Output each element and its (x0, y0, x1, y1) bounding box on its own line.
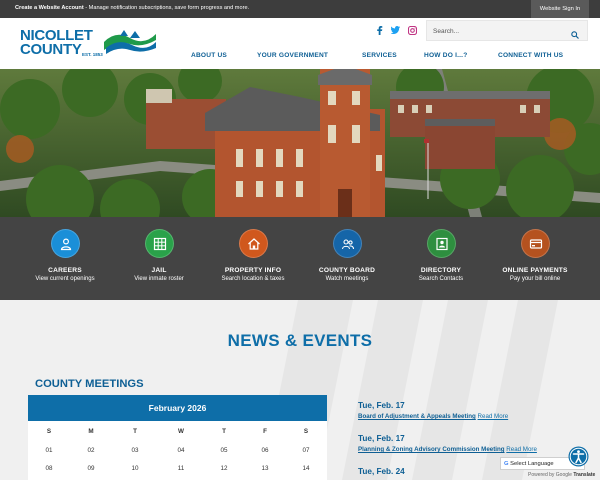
home-icon (238, 229, 268, 258)
calendar-weekday: W (178, 428, 184, 435)
payment-card-icon (520, 229, 550, 258)
calendar-day[interactable]: 08 (34, 465, 64, 472)
quick-link-county-board[interactable]: COUNTY BOARD Watch meetings (299, 229, 395, 282)
quick-link-title: PROPERTY INFO (224, 267, 282, 274)
create-account-description: - Manage notification subscriptions, sav… (83, 5, 250, 11)
calendar-weekday: S (303, 428, 309, 435)
event-name-link[interactable]: Board of Adjustment & Appeals Meeting (358, 413, 476, 420)
calendar-day[interactable]: 05 (209, 447, 239, 454)
calendar-day[interactable]: 01 (34, 447, 64, 454)
calendar-weekday: T (133, 428, 137, 435)
county-logo[interactable]: NICOLLET COUNTY EST. 1853 (20, 28, 160, 60)
twitter-icon[interactable] (390, 26, 400, 36)
calendar-day[interactable]: 11 (166, 465, 196, 472)
quick-link-subtitle: Pay your bill online (509, 276, 561, 282)
calendar-day[interactable]: 14 (291, 465, 321, 472)
search-box (426, 20, 588, 41)
quick-links-bar: CAREERS View current openings JAIL View … (0, 217, 600, 300)
nav-services[interactable]: SERVICES (362, 52, 397, 59)
person-icon (50, 229, 80, 258)
create-account-notice: Create a Website Account - Manage notifi… (15, 5, 249, 11)
create-account-link[interactable]: Create a Website Account (15, 5, 84, 11)
accessibility-icon[interactable] (568, 446, 589, 467)
calendar-day[interactable]: 04 (166, 447, 196, 454)
event-date: Tue, Feb. 17 (358, 401, 405, 410)
utility-bar: Create a Website Account - Manage notifi… (0, 0, 600, 18)
quick-link-title: DIRECTORY (420, 267, 462, 274)
hero-courthouse-image (0, 69, 600, 217)
google-wordmark: Google (555, 472, 572, 478)
quick-link-subtitle: View current openings (35, 276, 95, 282)
quick-link-title: COUNTY BOARD (318, 267, 376, 274)
event-item: Tue, Feb. 17 Planning & Zoning Advisory … (358, 434, 537, 453)
logo-established: EST. 1853 (82, 52, 103, 57)
grid-icon (144, 229, 174, 258)
event-date: Tue, Feb. 17 (358, 434, 405, 443)
event-read-more-link[interactable]: Read More (506, 446, 537, 453)
quick-link-jail[interactable]: JAIL View inmate roster (111, 229, 207, 282)
calendar-day[interactable]: 12 (209, 465, 239, 472)
event-links: Board of Adjustment & Appeals Meeting Re… (358, 413, 508, 420)
calendar-day[interactable]: 09 (76, 465, 106, 472)
facebook-icon[interactable] (376, 26, 383, 37)
calendar-month-header: February 2026 (28, 395, 327, 421)
quick-link-title: ONLINE PAYMENTS (502, 267, 568, 274)
nav-your-government[interactable]: YOUR GOVERNMENT (257, 52, 328, 59)
google-g-icon: G (504, 461, 509, 467)
contact-card-icon (426, 229, 456, 258)
event-item: Tue, Feb. 17 Board of Adjustment & Appea… (358, 401, 508, 420)
nav-how-do-i[interactable]: HOW DO I...? (424, 52, 467, 59)
language-select-label: Select Language (510, 461, 554, 467)
calendar-weekday: T (222, 428, 226, 435)
event-links: Planning & Zoning Advisory Commission Me… (358, 446, 537, 453)
calendar-grid: S M T W T F S 01 02 03 04 05 06 07 08 09… (28, 421, 327, 480)
powered-by-prefix: Powered by (528, 472, 555, 478)
quick-link-subtitle: Search location & taxes (221, 276, 285, 282)
calendar-day[interactable]: 03 (120, 447, 150, 454)
calendar-day[interactable]: 07 (291, 447, 321, 454)
translate-wordmark[interactable]: Translate (573, 472, 595, 478)
county-meetings-heading: COUNTY MEETINGS (35, 378, 144, 390)
event-name-link[interactable]: Planning & Zoning Advisory Commission Me… (358, 446, 505, 453)
logo-river-graphic-icon (104, 30, 156, 54)
quick-link-property-info[interactable]: PROPERTY INFO Search location & taxes (205, 229, 301, 282)
search-icon[interactable] (571, 26, 579, 44)
calendar-day[interactable]: 02 (76, 447, 106, 454)
calendar-day[interactable]: 13 (250, 465, 280, 472)
people-icon (332, 229, 362, 258)
news-events-section: NEWS & EVENTS COUNTY MEETINGS February 2… (0, 300, 600, 480)
quick-link-subtitle: Search Contacts (418, 276, 464, 282)
quick-link-directory[interactable]: DIRECTORY Search Contacts (393, 229, 489, 282)
news-events-heading: NEWS & EVENTS (227, 331, 373, 350)
calendar-weekday: M (88, 428, 94, 435)
website-sign-in-button[interactable]: Website Sign In (531, 0, 589, 18)
quick-link-title: CAREERS (48, 267, 82, 274)
nav-about-us[interactable]: ABOUT US (191, 52, 227, 59)
search-input[interactable] (433, 25, 563, 37)
site-header: NICOLLET COUNTY EST. 1853 ABOUT US YOUR … (0, 18, 600, 69)
nav-connect-with-us[interactable]: CONNECT WITH US (498, 52, 563, 59)
quick-link-subtitle: View inmate roster (134, 276, 184, 282)
calendar-weekday: S (46, 428, 52, 435)
powered-by-google-translate: Powered by Google Translate (528, 472, 595, 478)
quick-link-careers[interactable]: CAREERS View current openings (17, 229, 113, 282)
quick-link-subtitle: Watch meetings (325, 276, 369, 282)
instagram-icon[interactable] (407, 25, 418, 37)
logo-line-2: COUNTY (20, 41, 82, 58)
quick-link-title: JAIL (151, 267, 167, 274)
calendar-weekday: F (263, 428, 267, 435)
event-date: Tue, Feb. 24 (358, 467, 405, 476)
event-item: Tue, Feb. 24 (358, 467, 405, 476)
calendar-day[interactable]: 06 (250, 447, 280, 454)
calendar-day[interactable]: 10 (120, 465, 150, 472)
event-read-more-link[interactable]: Read More (478, 413, 509, 420)
quick-link-online-payments[interactable]: ONLINE PAYMENTS Pay your bill online (487, 229, 583, 282)
